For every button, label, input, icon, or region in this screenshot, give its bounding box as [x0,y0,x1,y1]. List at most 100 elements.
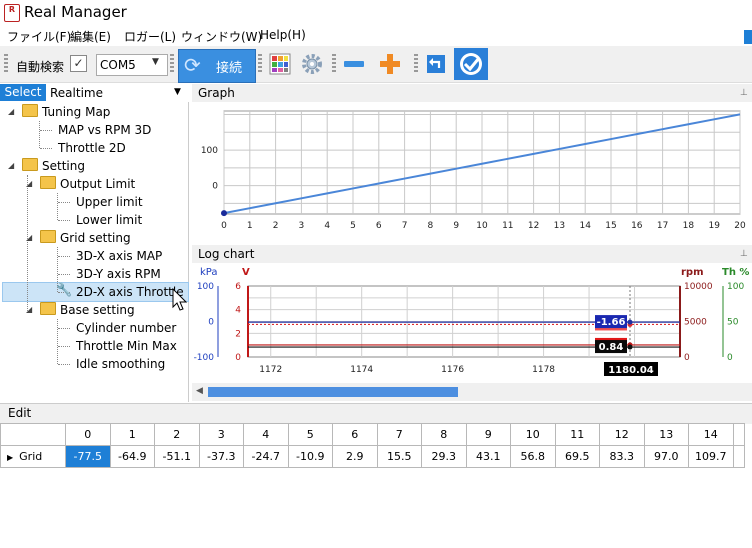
menu-edit[interactable]: 編集(E) [70,28,111,45]
auto-search-checkbox[interactable]: ✓ [70,55,87,72]
column-header[interactable]: 0 [65,423,111,446]
tree-folder-grid-setting[interactable]: Grid setting [40,229,131,247]
select-tab[interactable]: Select [0,84,46,101]
tree-item-2d-x-axis-throttle[interactable]: 2D-X axis Throttle [76,283,184,301]
gear-icon[interactable] [300,52,324,76]
tree-folder-base-setting[interactable]: Base setting [40,301,135,319]
toolbar-grip[interactable] [258,54,262,74]
tree-item-upper-limit[interactable]: Upper limit [76,193,143,211]
menu-logger[interactable]: ロガー(L) [124,28,176,45]
plus-icon[interactable] [378,52,402,76]
x-tick-label: 13 [554,221,565,231]
column-header[interactable]: 10 [510,423,556,446]
menu-window[interactable]: ウィンドウ(W) [181,28,262,45]
tree-item-throttle-2d[interactable]: Throttle 2D [58,139,126,157]
grid-value-cell[interactable]: 69.5 [554,445,600,468]
column-header[interactable]: 9 [465,423,511,446]
menu-help[interactable]: Help(H) [260,28,306,42]
x-tick-label: 18 [683,221,695,231]
column-header[interactable]: 7 [376,423,422,446]
data-point[interactable] [221,210,227,217]
tree-item-idle-smoothing[interactable]: Idle smoothing [76,355,165,373]
grid-value-cell[interactable]: -51.1 [154,445,200,468]
x-tick-label: 2 [273,221,279,231]
tree-item-map-vs-rpm-3d[interactable]: MAP vs RPM 3D [58,121,151,139]
grid-value-cell[interactable]: -77.5 [65,445,111,468]
graph-chart[interactable]: 0 1 2 3 4 5 6 7 8 9 10 11 12 13 14 15 16 17 18 19 201000 [192,102,752,242]
value-label: 0.84 [599,342,624,353]
tree-folder-setting[interactable]: Setting [22,157,85,175]
grid-color-icon[interactable] [268,52,292,76]
mode-select-value[interactable]: Realtime [50,86,103,100]
toolbar-grip[interactable] [332,54,336,74]
folder-icon [22,104,38,117]
collapse-arrow-icon[interactable]: ◢ [8,107,14,116]
cursor-point [627,344,633,350]
column-header[interactable]: 6 [332,423,378,446]
column-header[interactable]: 3 [198,423,244,446]
edit-grid-table: 0 1 2 3 4 5 6 7 8 9 10 11 12 13 14 ▶ Grid -77.5 -64.9 -51… [0,423,745,468]
grid-value-cell[interactable]: 43.1 [465,445,511,468]
throttle-tick-label: 50 [727,318,739,328]
rpm-tick-label: 0 [684,353,690,363]
collapse-arrow-icon[interactable]: ◢ [26,233,32,242]
row-header-grid: ▶ Grid [0,445,66,468]
chevron-down-icon[interactable]: ▼ [174,87,181,97]
column-header[interactable]: 5 [287,423,333,446]
column-header[interactable]: 4 [243,423,289,446]
tree-item-cylinder-number[interactable]: Cylinder number [76,319,176,337]
undo-icon[interactable] [424,52,448,76]
log-panel-header [192,245,752,263]
tree-folder-tuning-map[interactable]: Tuning Map [22,103,110,121]
x-tick-label: 1178 [532,365,555,375]
toolbar-grip[interactable] [170,54,174,74]
column-header[interactable]: 12 [599,423,645,446]
grid-value-cell[interactable]: 29.3 [421,445,467,468]
x-tick-label: 8 [428,221,434,231]
pin-icon[interactable]: ⊥ [740,249,748,259]
scroll-left-icon[interactable]: ◀ [196,386,203,396]
tree-item-3d-x-axis-map[interactable]: 3D-X axis MAP [76,247,162,265]
x-tick-label: 1172 [259,365,282,375]
grid-value-cell[interactable]: 56.8 [510,445,556,468]
volt-tick-label: 0 [235,353,241,363]
column-header[interactable]: 1 [109,423,155,446]
cursor-point [627,319,633,325]
minus-icon[interactable] [342,52,366,76]
grid-value-cell[interactable]: 2.9 [332,445,378,468]
grid-value-cell[interactable]: -37.3 [198,445,244,468]
scrollbar-thumb[interactable] [208,387,458,397]
toolbar-grip[interactable] [414,54,418,74]
check-gauge-icon[interactable] [454,48,488,80]
x-tick-label: 10 [476,221,488,231]
app-title: Real Manager [24,3,127,21]
kpa-tick-label: 100 [197,282,214,292]
log-panel-title: Log chart [198,247,255,261]
column-header[interactable]: 8 [421,423,467,446]
grid-value-cell[interactable]: -10.9 [287,445,333,468]
grid-value-cell[interactable]: -24.7 [243,445,289,468]
tree-folder-output-limit[interactable]: Output Limit [40,175,135,193]
column-header[interactable]: 14 [688,423,734,446]
tree-item-3d-y-axis-rpm[interactable]: 3D-Y axis RPM [76,265,161,283]
grid-value-cell[interactable]: 109.7 [688,445,734,468]
toolbar-grip[interactable] [4,54,8,74]
column-header[interactable]: 2 [154,423,200,446]
x-tick-label: 9 [453,221,459,231]
grid-value-cell[interactable]: 97.0 [643,445,689,468]
grid-value-cell[interactable]: 15.5 [376,445,422,468]
kpa-tick-label: 0 [208,318,214,328]
menu-file[interactable]: ファイル(F) [7,28,71,45]
collapse-arrow-icon[interactable]: ◢ [26,305,32,314]
pin-icon[interactable]: ⊥ [740,88,748,98]
tree-item-throttle-min-max[interactable]: Throttle Min Max [76,337,177,355]
grid-value-cell[interactable]: -64.9 [109,445,155,468]
collapse-arrow-icon[interactable]: ◢ [8,161,14,170]
column-header[interactable]: 11 [554,423,600,446]
column-header[interactable]: 13 [643,423,689,446]
log-chart[interactable]: kPa Vrpm Th % 100 0 -100 6 4 2 0 10000 5000 0 100 50 0 1… [192,262,752,382]
grid-value-cell[interactable]: 83.3 [599,445,645,468]
collapse-arrow-icon[interactable]: ◢ [26,179,32,188]
tree-item-lower-limit[interactable]: Lower limit [76,211,142,229]
wrench-icon: 🔧 [56,283,73,298]
